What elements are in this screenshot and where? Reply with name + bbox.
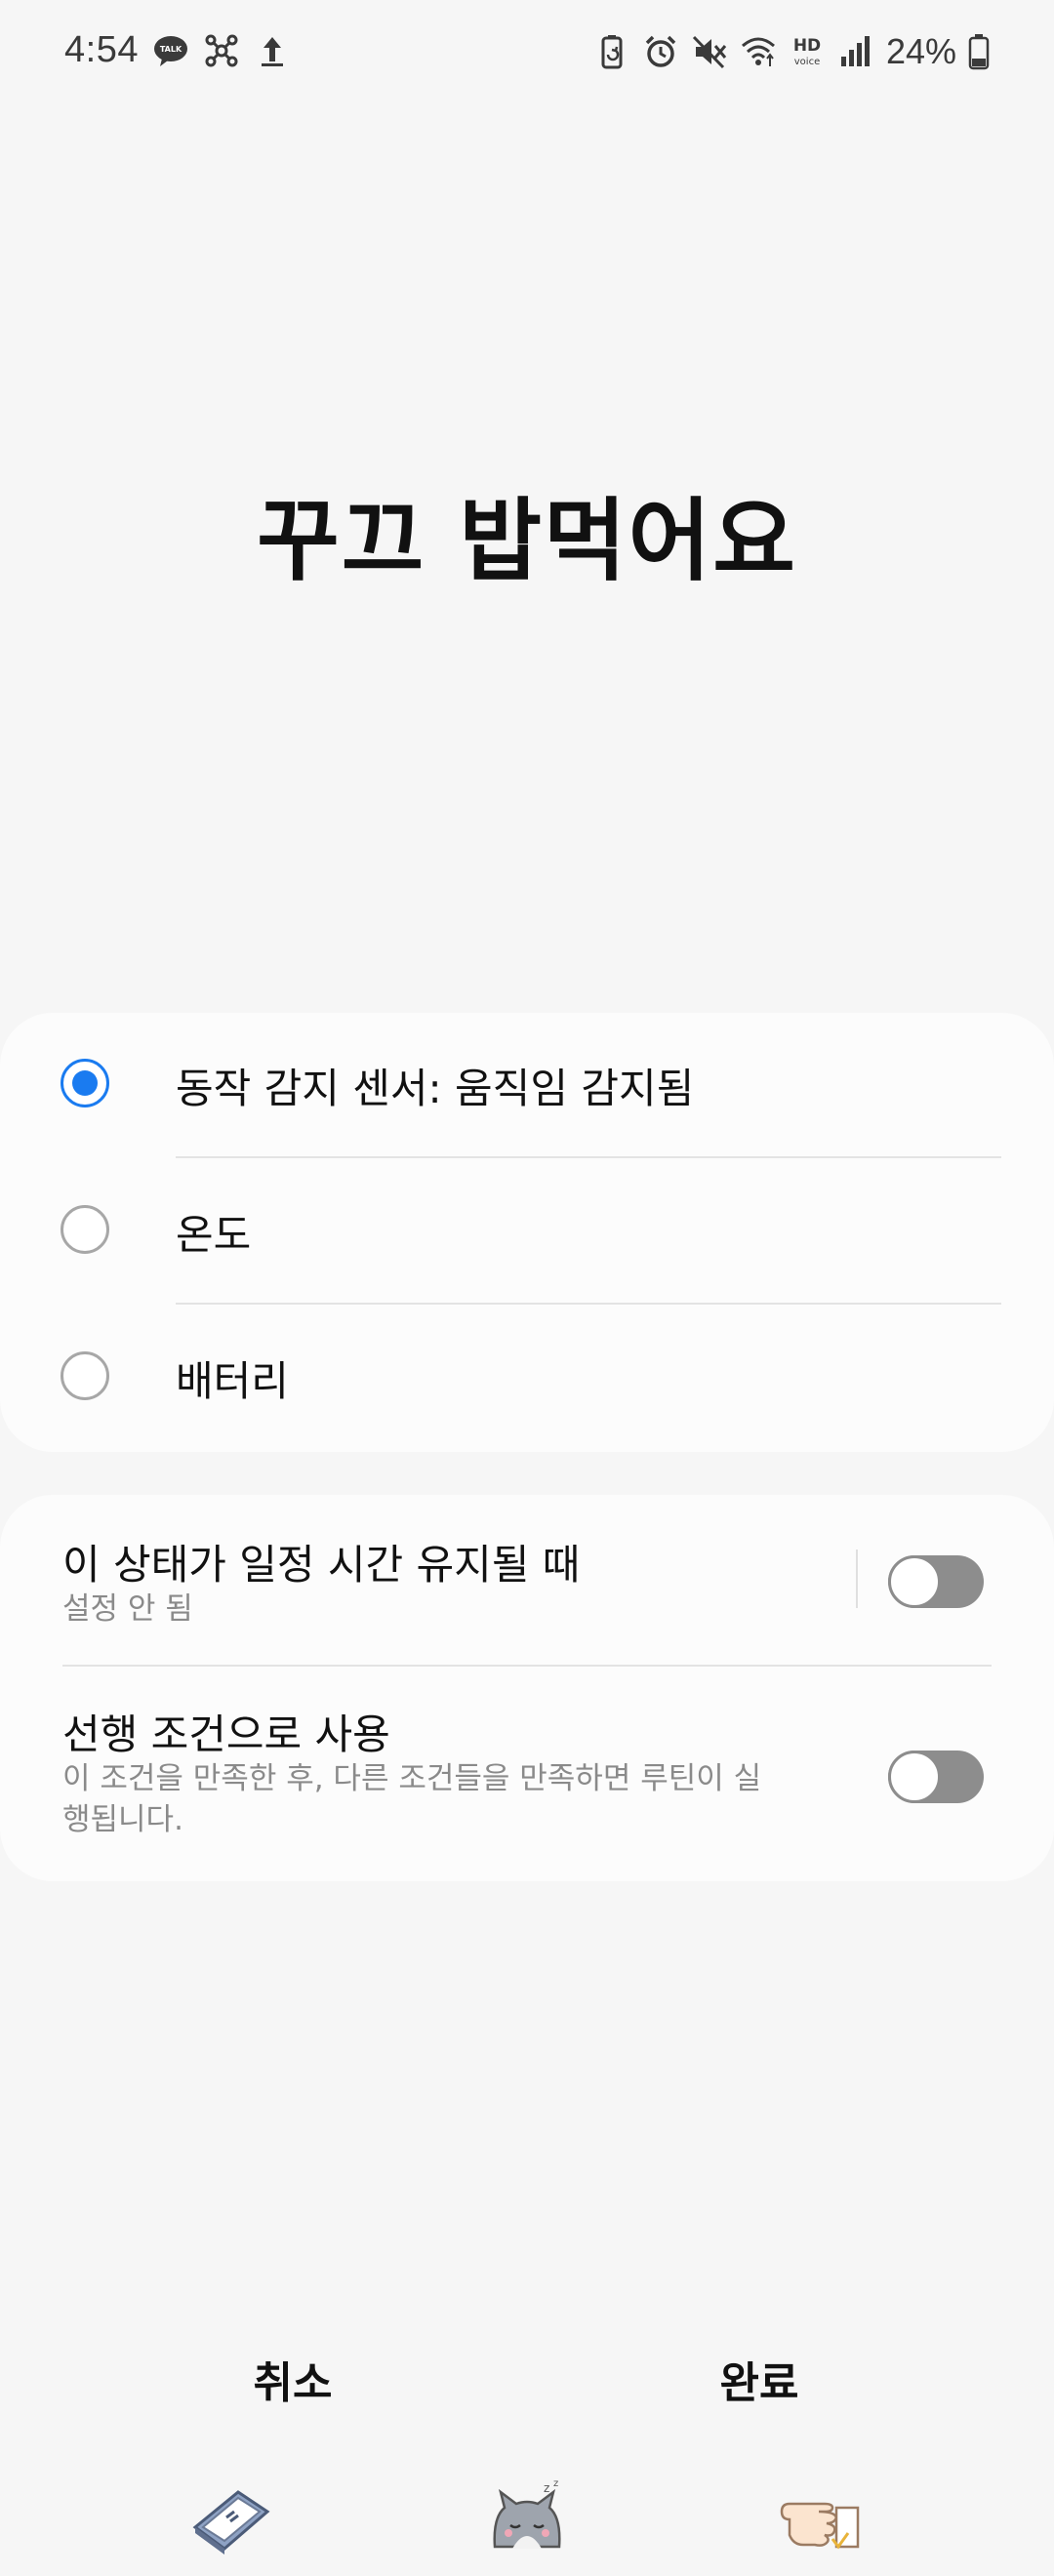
duration-setting-subtitle: 설정 안 됨	[62, 1591, 193, 1627]
status-right: HD voice 24%	[593, 31, 990, 72]
condition-option-label: 동작 감지 센서: 움직임 감지됨	[176, 1065, 695, 1112]
network-icon	[205, 34, 238, 66]
svg-text:z: z	[553, 2478, 558, 2489]
pointing-hand-icon[interactable]	[776, 2478, 864, 2556]
status-bar: 4:54 TALK HD voice 24%	[0, 0, 1054, 115]
divider	[176, 1156, 1001, 1158]
hd-voice-icon: HD voice	[793, 36, 821, 67]
status-left: 4:54 TALK	[64, 29, 291, 71]
alarm-icon	[645, 35, 676, 67]
condition-settings-card: 이 상태가 일정 시간 유지될 때 설정 안 됨 선행 조건으로 사용 이 조건…	[0, 1495, 1054, 1881]
duration-toggle-switch[interactable]	[888, 1555, 984, 1608]
mute-icon	[692, 35, 727, 69]
done-button[interactable]: 완료	[564, 2348, 954, 2410]
cancel-button[interactable]: 취소	[98, 2348, 488, 2410]
voice-label: voice	[794, 57, 820, 67]
vertical-divider	[856, 1550, 858, 1608]
precondition-setting-title: 선행 조건으로 사용	[62, 1711, 390, 1758]
radio-button-checked[interactable]	[61, 1059, 109, 1107]
battery-icon	[968, 34, 990, 70]
condition-option-temperature[interactable]: 온도	[0, 1159, 1054, 1306]
divider	[176, 1303, 1001, 1305]
precondition-setting-subtitle: 이 조건을 만족한 후, 다른 조건들을 만족하면 루틴이 실행됩니다.	[62, 1761, 762, 1837]
sleeping-cat-icon[interactable]: z z	[483, 2478, 571, 2556]
condition-options-card: 동작 감지 센서: 움직임 감지됨 온도 배터리	[0, 1013, 1054, 1452]
hd-label: HD	[793, 36, 821, 56]
status-time: 4:54	[64, 29, 139, 70]
wifi-icon	[741, 37, 775, 66]
duration-setting-title: 이 상태가 일정 시간 유지될 때	[62, 1541, 581, 1589]
battery-percent: 24%	[885, 31, 956, 71]
condition-option-label: 배터리	[176, 1357, 289, 1405]
book-icon[interactable]	[187, 2478, 275, 2556]
svg-text:z: z	[544, 2481, 549, 2495]
precondition-toggle-switch[interactable]	[888, 1751, 984, 1803]
radio-button[interactable]	[61, 1205, 109, 1254]
condition-option-battery[interactable]: 배터리	[0, 1306, 1054, 1452]
battery-saver-icon	[601, 35, 623, 69]
condition-option-motion[interactable]: 동작 감지 센서: 움직임 감지됨	[0, 1013, 1054, 1159]
upload-icon	[261, 36, 283, 66]
radio-button[interactable]	[61, 1351, 109, 1400]
kakaotalk-icon-text: TALK	[160, 45, 182, 54]
signal-icon	[840, 36, 870, 66]
condition-option-label: 온도	[176, 1211, 252, 1259]
kakaotalk-icon: TALK	[153, 35, 187, 66]
page-title: 꾸끄 밥먹어요	[257, 489, 797, 593]
